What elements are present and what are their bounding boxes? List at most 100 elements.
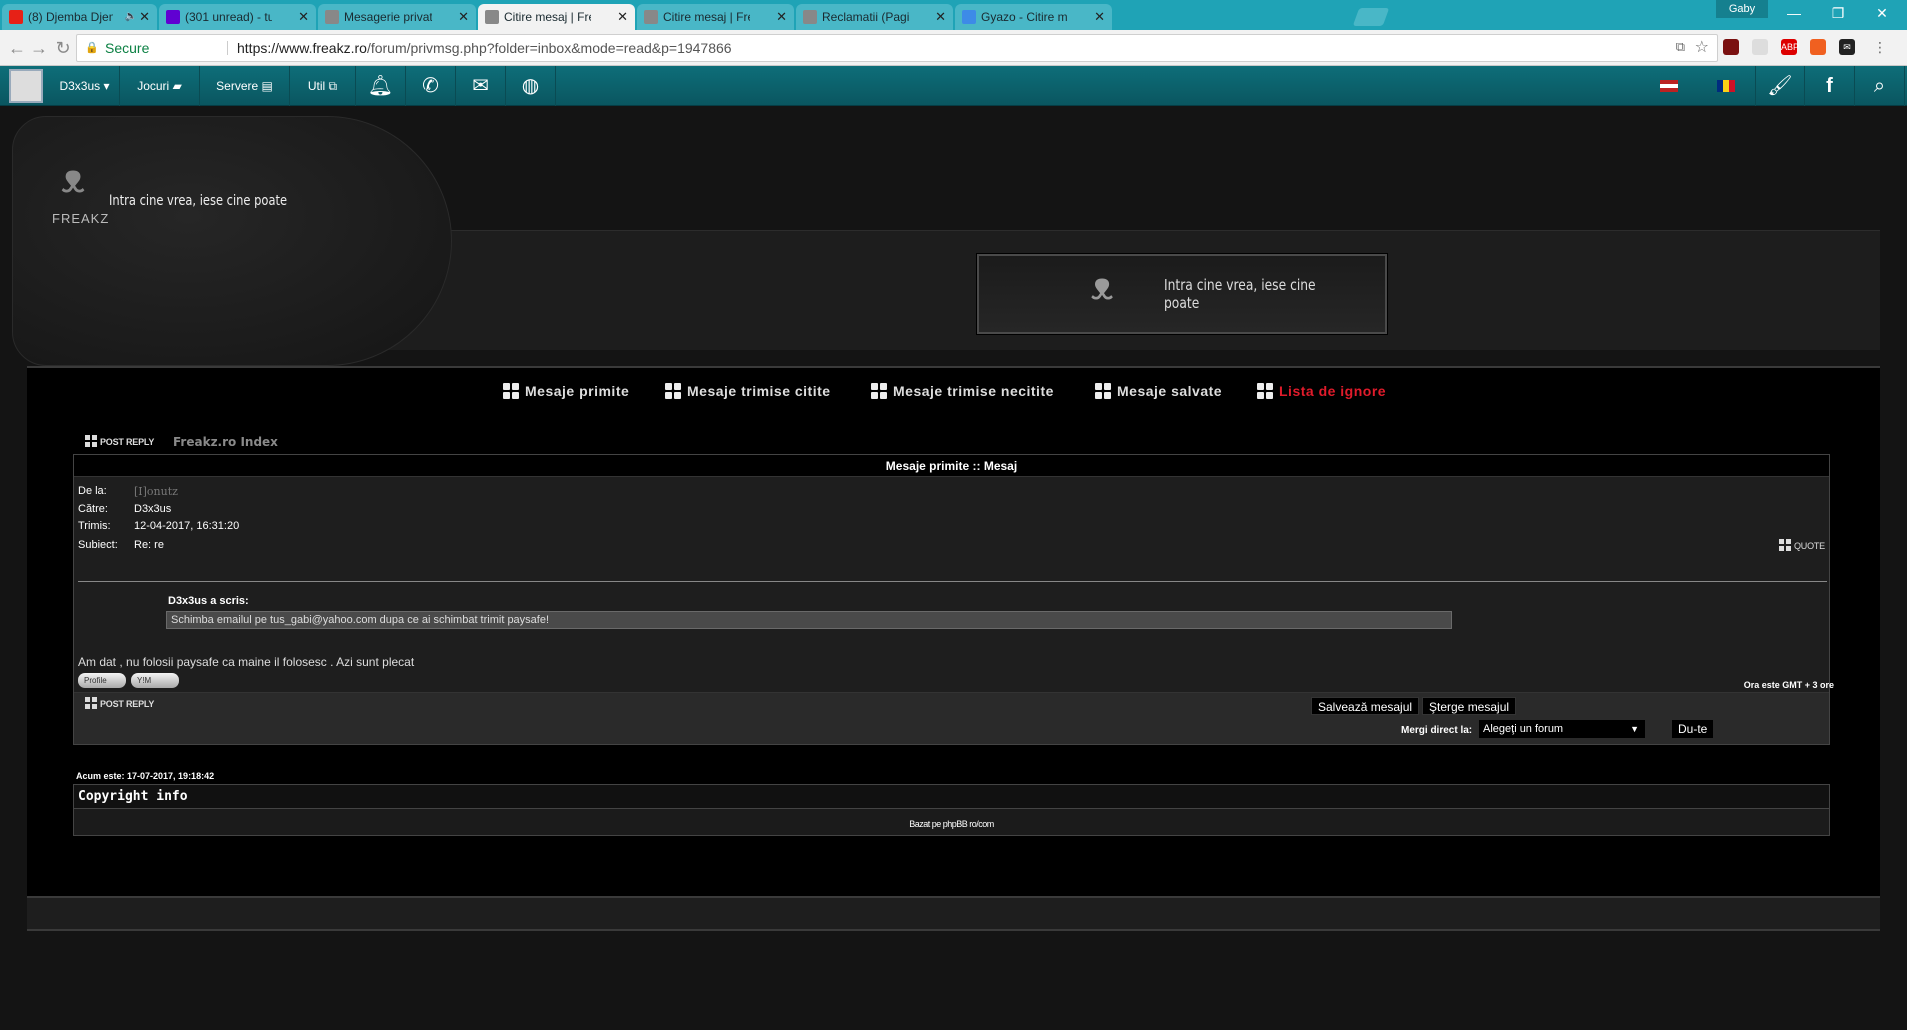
globe-icon[interactable]: ◍: [506, 66, 556, 106]
forum-jump-select[interactable]: Alegeţi un forum ▼: [1479, 720, 1645, 738]
extension-icon[interactable]: [1752, 39, 1768, 55]
browser-tab[interactable]: (301 unread) - tus_gabi@ ✕: [159, 4, 316, 30]
nav-servere[interactable]: Servere ▤: [200, 66, 290, 106]
site-topbar: D3x3us ▾ Jocuri ▰ Servere ▤ Util ⧉ 🔔︎ ✆ …: [0, 66, 1907, 106]
current-time: Acum este: 17-07-2017, 19:18:42: [76, 771, 215, 781]
browser-tabstrip: (8) Djemba Djemba ft🔈✕ (301 unread) - tu…: [0, 0, 1907, 30]
browser-tab[interactable]: Reclamatii (Pagina 23) | F ✕: [796, 4, 953, 30]
quote-author: D3x3us a scris:: [168, 595, 249, 607]
ym-button[interactable]: Y!M: [131, 673, 179, 688]
pm-nav-saved[interactable]: Mesaje salvate: [1095, 383, 1222, 399]
tab-title: Mesagerie privată | Freak: [344, 10, 432, 24]
close-icon[interactable]: ✕: [935, 4, 946, 30]
nav-label: Jocuri: [137, 79, 170, 93]
subject-label: Subiect:: [78, 539, 118, 551]
nav-label: Servere: [216, 79, 259, 93]
tab-title: (8) Djemba Djemba ft: [28, 10, 113, 24]
browser-tab[interactable]: Gyazo - Citire mesaj | Fre ✕: [955, 4, 1112, 30]
restore-icon[interactable]: ❐: [1816, 0, 1860, 26]
browser-tab[interactable]: Mesagerie privată | Freak ✕: [318, 4, 476, 30]
quote-button[interactable]: QUOTE: [1778, 539, 1825, 551]
phone-icon[interactable]: ✆: [406, 66, 456, 106]
save-message-button[interactable]: Salvează mesajul: [1311, 697, 1420, 715]
pm-nav-sent-read[interactable]: Mesaje trimise citite: [665, 383, 831, 399]
new-tab-button[interactable]: [1352, 8, 1390, 26]
tab-title: Reclamatii (Pagina 23) | F: [822, 10, 909, 24]
translate-icon[interactable]: ⧉: [1676, 39, 1685, 55]
us-flag-icon[interactable]: [1660, 80, 1678, 92]
pm-nav-inbox[interactable]: Mesaje primite: [503, 383, 629, 399]
url-text[interactable]: https://www.freakz.ro/forum/privmsg.php?…: [237, 35, 732, 61]
page: ᴥ FREAKZ Intra cine vrea, iese cine poat…: [0, 106, 1907, 1030]
pm-nav-label: Mesaje trimise citite: [687, 383, 831, 399]
close-icon[interactable]: ✕: [139, 4, 150, 30]
nav-jocuri[interactable]: Jocuri ▰: [120, 66, 200, 106]
jump-go-button[interactable]: Du-te: [1672, 720, 1714, 738]
close-icon[interactable]: ✕: [1094, 4, 1105, 30]
tab-title: Gyazo - Citire mesaj | Fre: [981, 10, 1068, 24]
search-icon[interactable]: ⌕: [1855, 66, 1905, 106]
browser-tab-active[interactable]: Citire mesaj | Freakz.ro ✕: [478, 4, 635, 30]
user-menu[interactable]: D3x3us ▾: [50, 66, 120, 106]
sitemap-icon: ⧉: [328, 79, 338, 93]
window-close-icon[interactable]: ✕: [1860, 0, 1904, 26]
envelope-icon[interactable]: ✉: [456, 66, 506, 106]
quote-label: QUOTE: [1793, 541, 1825, 551]
close-icon[interactable]: ✕: [776, 4, 787, 30]
chevron-down-icon: ▼: [1630, 724, 1639, 734]
youtube-favicon-icon: [9, 10, 23, 24]
banner-text: Intra cine vrea, iese cine poate: [1164, 276, 1316, 312]
bell-icon[interactable]: 🔔︎: [356, 66, 406, 106]
speaker-icon[interactable]: 🔈: [125, 4, 137, 30]
browser-tab[interactable]: Citire mesaj | Freakz.ro ✕: [637, 4, 794, 30]
user-menu-label: D3x3us: [59, 79, 101, 93]
avatar[interactable]: [9, 69, 43, 103]
forward-icon[interactable]: →: [28, 37, 50, 59]
close-icon[interactable]: ✕: [298, 4, 309, 30]
menu-icon[interactable]: ⋮: [1872, 39, 1888, 55]
powered-by[interactable]: Bazat pe phpBB ro/com: [74, 819, 1829, 829]
divider: [78, 581, 1827, 582]
extension-icon[interactable]: [1810, 39, 1826, 55]
minimize-icon[interactable]: —: [1772, 0, 1816, 26]
pm-nav-ignore-list[interactable]: Lista de ignore: [1257, 383, 1386, 399]
close-icon[interactable]: ✕: [617, 4, 628, 30]
post-reply-label: POST REPLY: [100, 699, 155, 709]
jump-label: Mergi direct la:: [1401, 725, 1473, 736]
from-user-link[interactable]: [I]onutz: [134, 485, 178, 498]
pm-nav-label: Lista de ignore: [1279, 383, 1387, 399]
brush-icon[interactable]: 🖌︎: [1755, 66, 1805, 106]
delete-message-button[interactable]: Şterge mesajul: [1422, 697, 1517, 715]
profile-button[interactable]: Gaby: [1716, 0, 1768, 18]
from-label: De la:: [78, 485, 107, 497]
adblock-icon[interactable]: ABP: [1781, 39, 1799, 55]
url-origin: https://www.freakz.ro: [237, 40, 367, 56]
copyright-table: Copyright info Bazat pe phpBB ro/com: [73, 784, 1830, 836]
back-icon[interactable]: ←: [6, 37, 28, 59]
page-favicon-icon: [803, 10, 817, 24]
message-table: Mesaje primite :: Mesaj De la: [I]onutz …: [73, 454, 1830, 745]
ro-flag-icon[interactable]: [1717, 80, 1735, 92]
nav-util[interactable]: Util ⧉: [290, 66, 356, 106]
star-icon[interactable]: ☆: [1695, 37, 1709, 57]
pm-nav-sent-unread[interactable]: Mesaje trimise necitite: [871, 383, 1054, 399]
mail-extension-icon[interactable]: ✉: [1839, 39, 1855, 55]
browser-tab[interactable]: (8) Djemba Djemba ft 🔈✕: [2, 4, 157, 30]
close-icon[interactable]: ✕: [458, 4, 469, 30]
post-reply-button[interactable]: POST REPLY: [85, 435, 154, 447]
folder-icon: [1095, 383, 1111, 399]
address-bar[interactable]: 🔒 Secure https://www.freakz.ro/forum/pri…: [76, 34, 1718, 62]
profile-button[interactable]: Profile: [78, 673, 126, 688]
browser-toolbar: ← → ↻ 🔒 Secure https://www.freakz.ro/for…: [0, 30, 1907, 66]
site-header-logo-area: ᴥ FREAKZ Intra cine vrea, iese cine poat…: [12, 116, 452, 366]
reload-icon[interactable]: ↻: [52, 37, 74, 59]
page-favicon-icon: [644, 10, 658, 24]
post-reply-button[interactable]: POST REPLY: [85, 697, 154, 709]
page-favicon-icon: [325, 10, 339, 24]
site-banner[interactable]: ᴥ Intra cine vrea, iese cine poate: [977, 254, 1387, 334]
nav-label: Util: [307, 79, 326, 93]
reply-icon: [85, 435, 97, 447]
extension-icon[interactable]: [1723, 39, 1739, 55]
breadcrumb[interactable]: Freakz.ro Index: [173, 435, 278, 449]
facebook-icon[interactable]: f: [1805, 66, 1855, 106]
